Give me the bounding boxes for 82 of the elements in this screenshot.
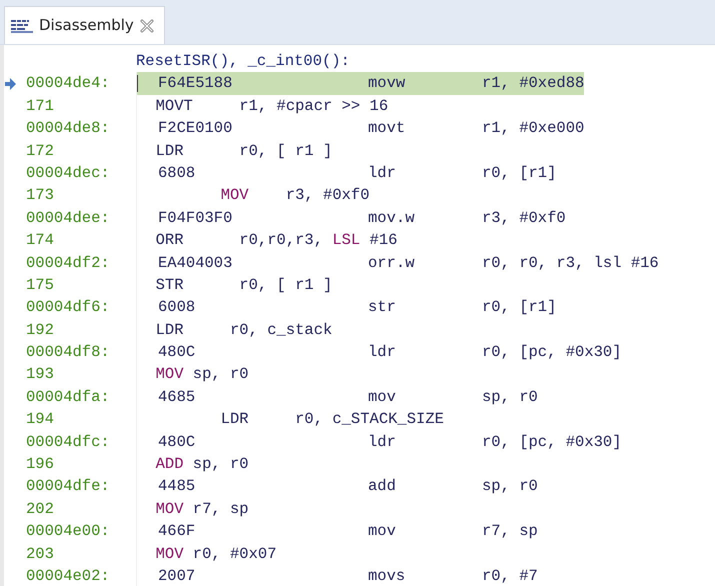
address: 00004df8: bbox=[26, 342, 111, 364]
operands: r0, [r1] bbox=[482, 162, 556, 184]
mnemonic: str bbox=[368, 297, 397, 318]
address: 00004dfa: bbox=[26, 386, 111, 408]
source-code: MOVT r1, #cpacr >> 16 bbox=[156, 96, 388, 115]
address: 00004dfe: bbox=[26, 476, 111, 498]
operands: r1, #0xed88 bbox=[482, 73, 584, 94]
line-number: 202 bbox=[26, 498, 55, 520]
line-number: 194 bbox=[26, 409, 55, 430]
opcode: F04F03F0 bbox=[158, 208, 234, 229]
line-number: 192 bbox=[26, 320, 55, 341]
source-code: r7, sp bbox=[192, 500, 249, 518]
line-number: 175 bbox=[26, 274, 55, 296]
line-number: 193 bbox=[26, 364, 55, 386]
address: 00004dee: bbox=[26, 208, 111, 229]
operands: sp, r0 bbox=[482, 386, 538, 408]
opcode: EA404003 bbox=[158, 252, 234, 274]
address: 00004dfc: bbox=[26, 432, 111, 453]
address: 00004df6: bbox=[26, 297, 111, 318]
opcode: F2CE0100 bbox=[158, 118, 234, 140]
address: 00004df2: bbox=[26, 252, 111, 274]
address: 00004dec: bbox=[26, 162, 111, 184]
text-cursor bbox=[137, 75, 138, 92]
opcode: 466F bbox=[158, 521, 196, 542]
opcode: F64E5188 bbox=[158, 73, 234, 94]
source-code: LDR r0, [ r1 ] bbox=[156, 142, 332, 160]
mnemonic: ldr bbox=[368, 342, 397, 364]
line-number: 203 bbox=[26, 544, 55, 565]
mnemonic: mov bbox=[368, 521, 397, 542]
line-number: 171 bbox=[26, 96, 55, 117]
source-keyword: MOV bbox=[220, 186, 249, 204]
source-code: ORR r0,r0,r3, bbox=[156, 231, 324, 250]
source-code: sp, r0 bbox=[192, 455, 249, 474]
operands: r0, [r1] bbox=[482, 297, 556, 318]
function-header: ResetISR(), _c_int00(): bbox=[136, 51, 350, 72]
opcode: 480C bbox=[158, 432, 196, 453]
disassembly-tab[interactable]: Disassembly bbox=[4, 6, 165, 44]
source-code: r3, #0xf0 bbox=[284, 186, 370, 204]
source-code: r0, #0x07 bbox=[192, 544, 277, 563]
source-code: LDR r0, c_stack bbox=[156, 320, 332, 339]
source-keyword: MOV bbox=[156, 500, 184, 518]
operands: r0, #7 bbox=[482, 566, 538, 586]
source-code: LDR r0, c_STACK_SIZE bbox=[220, 410, 444, 428]
operands: r3, #0xf0 bbox=[482, 208, 566, 229]
address: 00004e02: bbox=[26, 566, 111, 586]
address: 00004e00: bbox=[26, 521, 111, 542]
mnemonic: orr.w bbox=[368, 252, 416, 274]
source-code: #16 bbox=[368, 231, 398, 250]
mnemonic: add bbox=[368, 476, 397, 498]
line-number: 173 bbox=[26, 185, 55, 206]
disassembly-icon bbox=[11, 18, 33, 32]
opcode: 4485 bbox=[158, 476, 196, 498]
opcode: 4685 bbox=[158, 386, 196, 408]
mnemonic: mov bbox=[368, 386, 397, 408]
source-keyword: MOV bbox=[156, 365, 184, 384]
mnemonic: ldr bbox=[368, 162, 397, 184]
source-code: STR r0, [ r1 ] bbox=[156, 276, 332, 294]
address: 00004de8: bbox=[26, 118, 111, 140]
line-number: 196 bbox=[26, 454, 55, 476]
source-keyword: ADD bbox=[156, 455, 184, 474]
mnemonic: movs bbox=[368, 566, 406, 586]
mnemonic: movt bbox=[368, 118, 406, 140]
mnemonic: ldr bbox=[368, 432, 397, 453]
opcode: 480C bbox=[158, 342, 196, 364]
line-number: 172 bbox=[26, 140, 55, 162]
operands: sp, r0 bbox=[482, 476, 538, 498]
operands: r7, sp bbox=[482, 521, 538, 542]
line-number: 174 bbox=[26, 230, 55, 252]
mnemonic: movw bbox=[368, 73, 406, 94]
source-keyword: MOV bbox=[156, 544, 184, 563]
operands: r0, [pc, #0x30] bbox=[482, 342, 622, 364]
close-icon[interactable] bbox=[140, 18, 154, 32]
opcode: 6808 bbox=[158, 162, 196, 184]
source-code: sp, r0 bbox=[192, 365, 249, 384]
source-keyword: LSL bbox=[332, 231, 360, 250]
opcode: 6008 bbox=[158, 297, 196, 318]
address: 00004de4: bbox=[26, 73, 111, 94]
mnemonic: mov.w bbox=[368, 208, 416, 229]
operands: r1, #0xe000 bbox=[482, 118, 584, 140]
operands: r0, r0, r3, lsl #16 bbox=[482, 252, 659, 274]
operands: r0, [pc, #0x30] bbox=[482, 432, 622, 453]
opcode: 2007 bbox=[158, 566, 196, 586]
